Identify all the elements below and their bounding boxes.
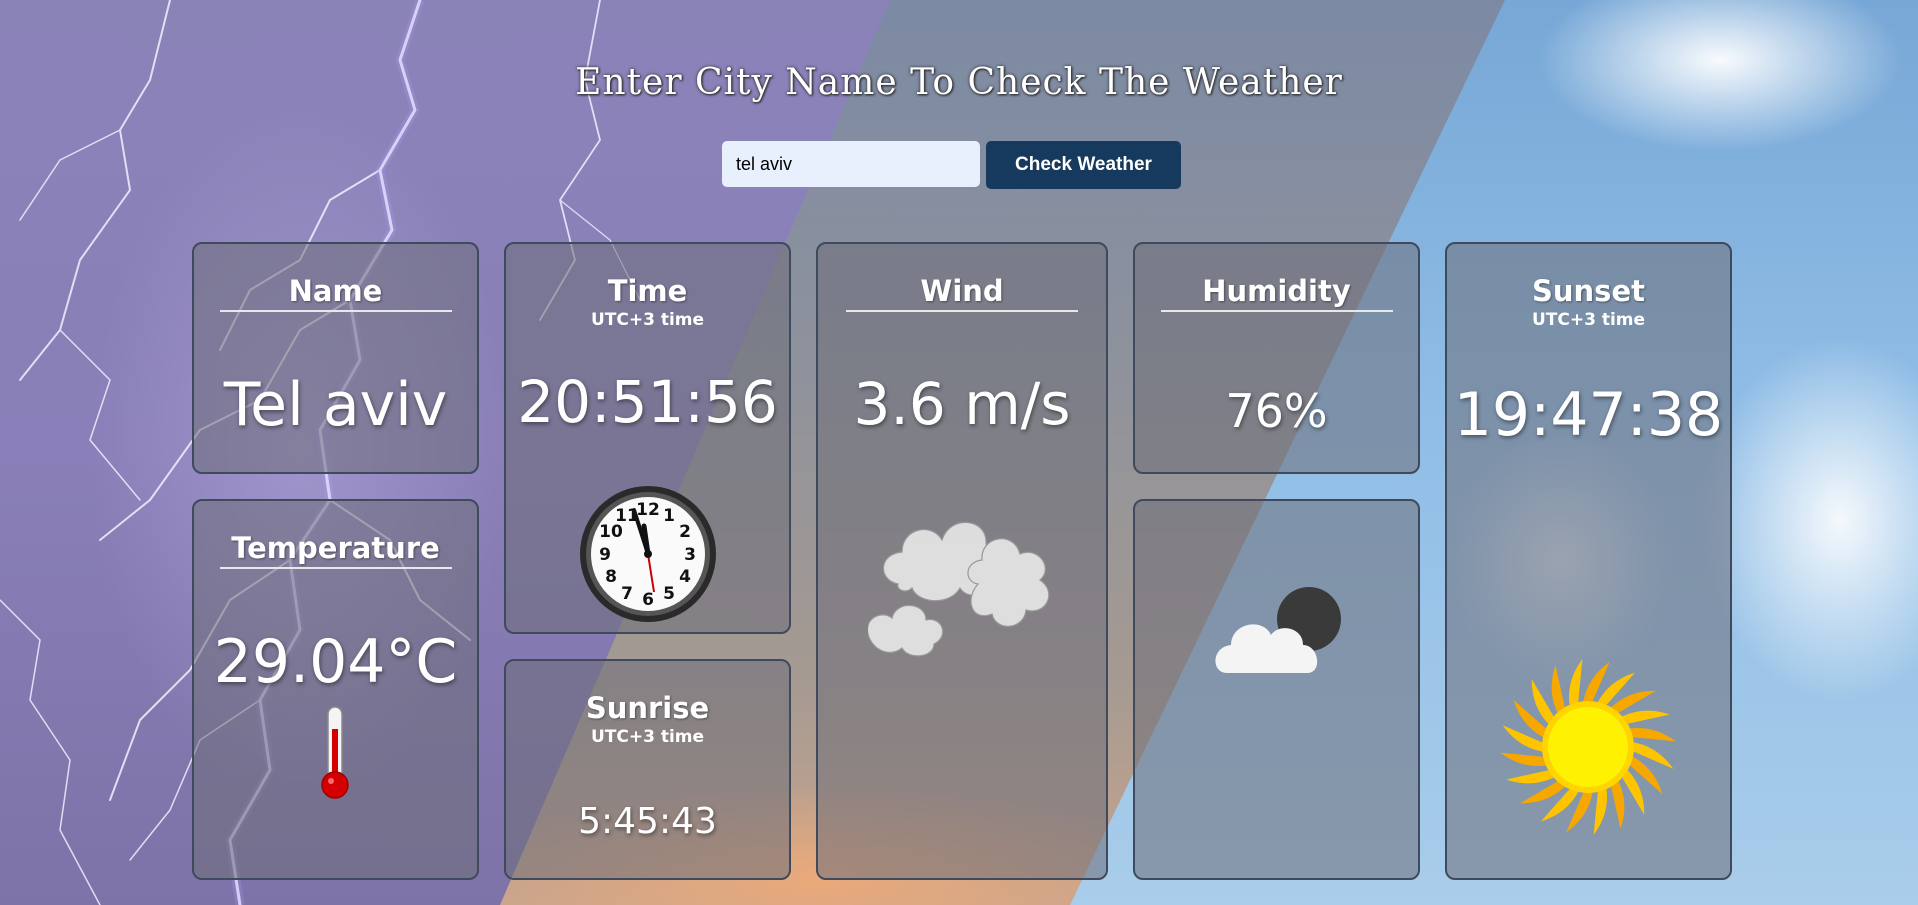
- svg-text:4: 4: [679, 567, 691, 587]
- svg-text:7: 7: [621, 584, 633, 604]
- sunset-card-title: Sunset: [1532, 274, 1645, 308]
- sun-icon: [1493, 652, 1683, 846]
- sunset-card: Sunset UTC+3 time 19:47:38: [1445, 242, 1732, 880]
- check-weather-button[interactable]: Check Weather: [986, 141, 1181, 189]
- temperature-card-title: Temperature: [219, 531, 452, 569]
- svg-text:1: 1: [663, 506, 675, 526]
- city-name-value: Tel aviv: [223, 370, 448, 440]
- humidity-value: 76%: [1225, 384, 1328, 438]
- time-card-title: Time: [607, 274, 688, 308]
- sunrise-value: 5:45:43: [578, 801, 717, 842]
- name-card-title: Name: [219, 274, 452, 312]
- sunrise-card-title: Sunrise: [585, 691, 710, 725]
- svg-text:6: 6: [642, 590, 654, 610]
- sunrise-card-subtitle: UTC+3 time: [590, 727, 705, 747]
- clock-icon: 12 1 2 345 678 9 10 11: [578, 484, 718, 628]
- name-card: Name Tel aviv: [192, 242, 479, 474]
- sunset-value: 19:47:38: [1453, 380, 1724, 450]
- temperature-value: 29.04°C: [213, 627, 458, 697]
- time-card: Time UTC+3 time 20:51:56 12 1 2 345 678 91…: [504, 242, 791, 634]
- humidity-card-title: Humidity: [1160, 274, 1393, 312]
- wind-speed-value: 3.6 m/s: [853, 370, 1071, 438]
- temperature-card: Temperature 29.04°C: [192, 499, 479, 880]
- search-bar: Check Weather: [722, 141, 1181, 189]
- wind-card-title: Wind: [846, 274, 1078, 312]
- thermometer-icon: [318, 705, 352, 805]
- svg-text:2: 2: [679, 522, 691, 542]
- page-title: Enter City Name To Check The Weather: [575, 62, 1343, 103]
- wind-card: Wind 3.6 m/s: [816, 242, 1108, 880]
- humidity-card: Humidity 76%: [1133, 242, 1420, 474]
- svg-text:9: 9: [599, 545, 611, 565]
- city-input[interactable]: [722, 141, 980, 187]
- svg-text:8: 8: [605, 567, 617, 587]
- clouds-icon: [866, 484, 1068, 668]
- weather-condition-card: [1133, 499, 1420, 880]
- cloud-moon-icon: [1209, 585, 1349, 689]
- local-time-value: 20:51:56: [517, 368, 778, 436]
- svg-text:5: 5: [663, 584, 675, 604]
- sunrise-card: Sunrise UTC+3 time 5:45:43: [504, 659, 791, 880]
- svg-text:12: 12: [636, 500, 660, 520]
- time-card-subtitle: UTC+3 time: [590, 310, 705, 330]
- svg-text:3: 3: [684, 545, 696, 565]
- sunset-card-subtitle: UTC+3 time: [1531, 310, 1646, 330]
